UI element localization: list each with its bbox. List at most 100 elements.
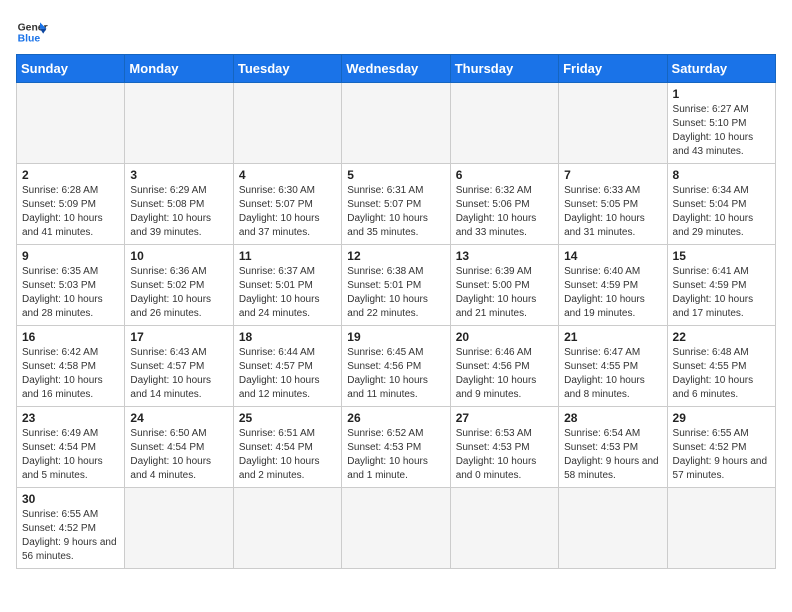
day-number: 22 — [673, 330, 770, 344]
day-number: 6 — [456, 168, 553, 182]
svg-text:Blue: Blue — [18, 34, 41, 45]
calendar-cell: 13 Sunrise: 6:39 AM Sunset: 5:00 PM Dayli… — [450, 245, 558, 326]
weekday-header-thursday: Thursday — [450, 55, 558, 83]
day-number: 25 — [239, 411, 336, 425]
day-info: Sunrise: 6:29 AM Sunset: 5:08 PM Dayligh… — [130, 184, 227, 240]
day-number: 26 — [347, 411, 444, 425]
day-info: Sunrise: 6:48 AM Sunset: 4:55 PM Dayligh… — [673, 346, 770, 402]
calendar-cell — [450, 488, 558, 569]
day-info: Sunrise: 6:32 AM Sunset: 5:06 PM Dayligh… — [456, 184, 553, 240]
day-info: Sunrise: 6:52 AM Sunset: 4:53 PM Dayligh… — [347, 427, 444, 483]
calendar-cell — [125, 83, 233, 164]
weekday-header-monday: Monday — [125, 55, 233, 83]
calendar-cell — [17, 83, 125, 164]
day-info: Sunrise: 6:46 AM Sunset: 4:56 PM Dayligh… — [456, 346, 553, 402]
day-info: Sunrise: 6:45 AM Sunset: 4:56 PM Dayligh… — [347, 346, 444, 402]
calendar-cell: 30Sunrise: 6:55 AM Sunset: 4:52 PM Dayli… — [17, 488, 125, 569]
day-info: Sunrise: 6:39 AM Sunset: 5:00 PM Dayligh… — [456, 265, 553, 321]
calendar-week-row: 9 Sunrise: 6:35 AM Sunset: 5:03 PM Daylig… — [17, 245, 776, 326]
day-number: 27 — [456, 411, 553, 425]
day-info: Sunrise: 6:27 AM Sunset: 5:10 PM Dayligh… — [673, 103, 770, 159]
day-info: Sunrise: 6:37 AM Sunset: 5:01 PM Dayligh… — [239, 265, 336, 321]
calendar-cell: 1 Sunrise: 6:27 AM Sunset: 5:10 PM Daylig… — [667, 83, 775, 164]
day-info: Sunrise: 6:42 AM Sunset: 4:58 PM Dayligh… — [22, 346, 119, 402]
calendar-cell — [233, 83, 341, 164]
day-info: Sunrise: 6:50 AM Sunset: 4:54 PM Dayligh… — [130, 427, 227, 483]
day-info: Sunrise: 6:30 AM Sunset: 5:07 PM Dayligh… — [239, 184, 336, 240]
day-number: 19 — [347, 330, 444, 344]
day-number: 23 — [22, 411, 119, 425]
calendar-cell: 19 Sunrise: 6:45 AM Sunset: 4:56 PM Dayli… — [342, 326, 450, 407]
day-number: 7 — [564, 168, 661, 182]
day-info: Sunrise: 6:40 AM Sunset: 4:59 PM Dayligh… — [564, 265, 661, 321]
calendar-cell — [125, 488, 233, 569]
calendar-cell: 28 Sunrise: 6:54 AM Sunset: 4:53 PM Dayli… — [559, 407, 667, 488]
day-info: Sunrise: 6:38 AM Sunset: 5:01 PM Dayligh… — [347, 265, 444, 321]
calendar-cell — [233, 488, 341, 569]
calendar-cell: 24 Sunrise: 6:50 AM Sunset: 4:54 PM Dayli… — [125, 407, 233, 488]
day-number: 8 — [673, 168, 770, 182]
day-info: Sunrise: 6:55 AM Sunset: 4:52 PM Dayligh… — [673, 427, 770, 483]
calendar-cell: 23 Sunrise: 6:49 AM Sunset: 4:54 PM Dayli… — [17, 407, 125, 488]
day-info: Sunrise: 6:51 AM Sunset: 4:54 PM Dayligh… — [239, 427, 336, 483]
calendar-cell: 14 Sunrise: 6:40 AM Sunset: 4:59 PM Dayli… — [559, 245, 667, 326]
day-number: 28 — [564, 411, 661, 425]
day-info: Sunrise: 6:53 AM Sunset: 4:53 PM Dayligh… — [456, 427, 553, 483]
weekday-header-sunday: Sunday — [17, 55, 125, 83]
day-info: Sunrise: 6:28 AM Sunset: 5:09 PM Dayligh… — [22, 184, 119, 240]
day-number: 9 — [22, 249, 119, 263]
weekday-header-saturday: Saturday — [667, 55, 775, 83]
calendar-cell: 12Sunrise: 6:38 AM Sunset: 5:01 PM Dayli… — [342, 245, 450, 326]
calendar-cell — [559, 488, 667, 569]
calendar-cell: 15Sunrise: 6:41 AM Sunset: 4:59 PM Dayli… — [667, 245, 775, 326]
calendar-cell: 20 Sunrise: 6:46 AM Sunset: 4:56 PM Dayli… — [450, 326, 558, 407]
day-number: 4 — [239, 168, 336, 182]
day-info: Sunrise: 6:44 AM Sunset: 4:57 PM Dayligh… — [239, 346, 336, 402]
calendar-cell — [342, 488, 450, 569]
day-info: Sunrise: 6:49 AM Sunset: 4:54 PM Dayligh… — [22, 427, 119, 483]
day-number: 21 — [564, 330, 661, 344]
weekday-header-friday: Friday — [559, 55, 667, 83]
day-info: Sunrise: 6:41 AM Sunset: 4:59 PM Dayligh… — [673, 265, 770, 321]
weekday-header-wednesday: Wednesday — [342, 55, 450, 83]
day-number: 20 — [456, 330, 553, 344]
header: General Blue — [16, 16, 776, 48]
calendar-cell: 10 Sunrise: 6:36 AM Sunset: 5:02 PM Dayli… — [125, 245, 233, 326]
day-number: 11 — [239, 249, 336, 263]
day-number: 24 — [130, 411, 227, 425]
calendar-week-row: 2 Sunrise: 6:28 AM Sunset: 5:09 PM Daylig… — [17, 164, 776, 245]
day-number: 16 — [22, 330, 119, 344]
weekday-header-tuesday: Tuesday — [233, 55, 341, 83]
calendar-table: SundayMondayTuesdayWednesdayThursdayFrid… — [16, 54, 776, 569]
day-number: 13 — [456, 249, 553, 263]
day-number: 10 — [130, 249, 227, 263]
calendar-cell — [667, 488, 775, 569]
day-info: Sunrise: 6:35 AM Sunset: 5:03 PM Dayligh… — [22, 265, 119, 321]
day-info: Sunrise: 6:31 AM Sunset: 5:07 PM Dayligh… — [347, 184, 444, 240]
day-number: 1 — [673, 87, 770, 101]
day-number: 2 — [22, 168, 119, 182]
calendar-cell: 8 Sunrise: 6:34 AM Sunset: 5:04 PM Daylig… — [667, 164, 775, 245]
calendar-cell: 22 Sunrise: 6:48 AM Sunset: 4:55 PM Dayli… — [667, 326, 775, 407]
calendar-cell: 6 Sunrise: 6:32 AM Sunset: 5:06 PM Daylig… — [450, 164, 558, 245]
day-info: Sunrise: 6:34 AM Sunset: 5:04 PM Dayligh… — [673, 184, 770, 240]
calendar-cell: 4 Sunrise: 6:30 AM Sunset: 5:07 PM Daylig… — [233, 164, 341, 245]
day-number: 3 — [130, 168, 227, 182]
calendar-cell: 2 Sunrise: 6:28 AM Sunset: 5:09 PM Daylig… — [17, 164, 125, 245]
calendar-cell: 16 Sunrise: 6:42 AM Sunset: 4:58 PM Dayli… — [17, 326, 125, 407]
calendar-cell — [559, 83, 667, 164]
logo: General Blue — [16, 16, 48, 48]
day-info: Sunrise: 6:54 AM Sunset: 4:53 PM Dayligh… — [564, 427, 661, 483]
calendar-cell: 26 Sunrise: 6:52 AM Sunset: 4:53 PM Dayli… — [342, 407, 450, 488]
calendar-cell: 21 Sunrise: 6:47 AM Sunset: 4:55 PM Dayli… — [559, 326, 667, 407]
day-number: 5 — [347, 168, 444, 182]
calendar-cell: 5 Sunrise: 6:31 AM Sunset: 5:07 PM Daylig… — [342, 164, 450, 245]
day-info: Sunrise: 6:47 AM Sunset: 4:55 PM Dayligh… — [564, 346, 661, 402]
day-number: 14 — [564, 249, 661, 263]
calendar-cell: 3 Sunrise: 6:29 AM Sunset: 5:08 PM Daylig… — [125, 164, 233, 245]
calendar-cell: 11 Sunrise: 6:37 AM Sunset: 5:01 PM Dayli… — [233, 245, 341, 326]
calendar-cell: 25 Sunrise: 6:51 AM Sunset: 4:54 PM Dayli… — [233, 407, 341, 488]
day-info: Sunrise: 6:36 AM Sunset: 5:02 PM Dayligh… — [130, 265, 227, 321]
calendar-cell — [450, 83, 558, 164]
day-info: Sunrise: 6:55 AM Sunset: 4:52 PM Dayligh… — [22, 508, 119, 564]
